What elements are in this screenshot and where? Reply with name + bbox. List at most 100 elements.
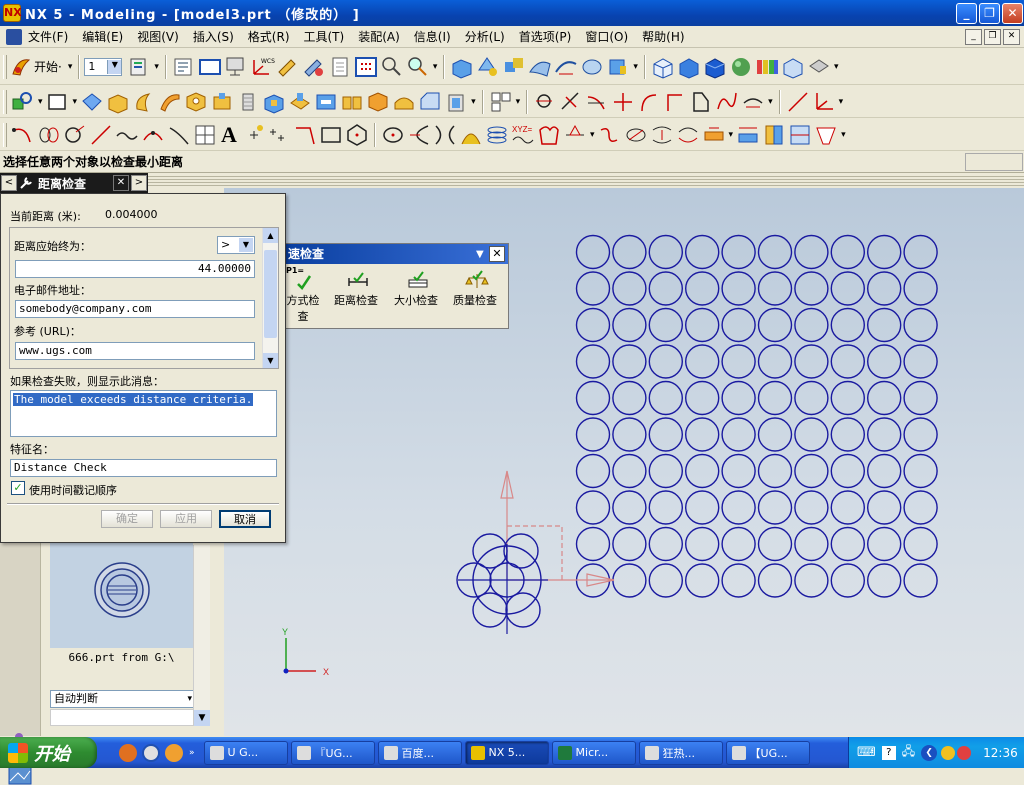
menu-analysis[interactable]: 分析(L) xyxy=(465,28,505,45)
scroll-down-icon[interactable]: ▼ xyxy=(263,353,278,368)
array-circle[interactable] xyxy=(721,417,756,452)
view-front-icon[interactable] xyxy=(702,54,728,80)
offset-curve-icon[interactable] xyxy=(532,89,558,115)
ok-button[interactable]: 确定 xyxy=(101,510,153,528)
offset-icon[interactable] xyxy=(536,122,562,148)
menu-insert[interactable]: 插入(S) xyxy=(193,28,234,45)
helix-icon[interactable] xyxy=(740,89,766,115)
array-circle[interactable] xyxy=(575,417,611,452)
polygon-icon[interactable] xyxy=(344,122,370,148)
edit-object-icon[interactable] xyxy=(275,54,301,80)
array-circle[interactable] xyxy=(794,563,829,598)
array-circle[interactable] xyxy=(757,307,793,343)
start-button[interactable]: 开始 xyxy=(0,737,97,768)
arc-icon[interactable] xyxy=(10,122,36,148)
array-circle[interactable] xyxy=(721,271,756,306)
array-circle[interactable] xyxy=(648,271,683,306)
layout-icon[interactable] xyxy=(353,54,379,80)
array-circle[interactable] xyxy=(685,490,720,525)
menu-information[interactable]: 信息(I) xyxy=(414,28,451,45)
law-curve-icon[interactable]: XYZ= xyxy=(510,122,536,148)
array-circle[interactable] xyxy=(830,344,865,379)
array-circle[interactable] xyxy=(612,234,647,270)
array-circle[interactable] xyxy=(685,417,720,452)
array-circle[interactable] xyxy=(612,490,647,525)
array-circle[interactable] xyxy=(685,271,720,306)
array-circle[interactable] xyxy=(830,563,865,598)
array-circle[interactable] xyxy=(794,234,829,270)
array-circle[interactable] xyxy=(612,307,647,343)
point-icon[interactable] xyxy=(240,122,266,148)
rectangle-2-icon[interactable] xyxy=(318,122,344,148)
curve-analysis-icon[interactable] xyxy=(553,54,579,80)
array-circle[interactable] xyxy=(721,344,756,379)
pattern-icon[interactable] xyxy=(488,89,514,115)
array-circle[interactable] xyxy=(612,526,647,562)
qq-tray-icon[interactable] xyxy=(957,745,972,760)
corner-icon[interactable] xyxy=(662,89,688,115)
chevron-right-icon[interactable]: » xyxy=(189,748,195,758)
wireframe-icon[interactable] xyxy=(780,54,806,80)
array-circle[interactable] xyxy=(575,271,611,306)
array-circle[interactable] xyxy=(612,417,647,452)
document-icon[interactable] xyxy=(6,28,22,45)
array-circle[interactable] xyxy=(685,453,720,489)
menu-assemblies[interactable]: 装配(A) xyxy=(358,28,400,45)
menu-preferences[interactable]: 首选项(P) xyxy=(519,28,572,45)
url-field[interactable]: www.ugs.com xyxy=(15,342,255,360)
section-curve-icon[interactable] xyxy=(735,122,761,148)
chamfer-icon[interactable] xyxy=(417,89,443,115)
array-circle[interactable] xyxy=(830,380,865,416)
circle-cluster[interactable] xyxy=(456,533,548,634)
mirror-icon[interactable] xyxy=(623,122,649,148)
sketch-icon[interactable] xyxy=(10,89,36,115)
shell-icon[interactable] xyxy=(443,89,469,115)
network-icon[interactable]: 🖧 xyxy=(902,742,915,763)
pad-icon[interactable] xyxy=(287,89,313,115)
array-circle[interactable] xyxy=(648,234,683,270)
wrap-icon[interactable] xyxy=(649,122,675,148)
intersect-curve-icon[interactable] xyxy=(761,122,787,148)
menu-window[interactable]: 窗口(O) xyxy=(585,28,628,45)
point-curve-icon[interactable] xyxy=(140,122,166,148)
array-circle[interactable] xyxy=(575,234,611,270)
project-icon[interactable] xyxy=(562,122,588,148)
array-circle[interactable] xyxy=(685,526,720,562)
array-circle[interactable] xyxy=(575,453,611,489)
feature-name-field[interactable]: Distance Check xyxy=(10,459,277,477)
doc-restore-button[interactable]: ❐ xyxy=(984,29,1001,45)
operator-select[interactable]: > ▼ xyxy=(217,236,255,254)
iso-curve-icon[interactable] xyxy=(787,122,813,148)
menu-format[interactable]: 格式(R) xyxy=(248,28,290,45)
filter-combo[interactable]: 自动判断 ▾ xyxy=(50,690,195,708)
wcs-icon[interactable]: WCS xyxy=(249,54,275,80)
array-circle[interactable] xyxy=(830,234,865,270)
properties-icon[interactable] xyxy=(171,54,197,80)
array-circle[interactable] xyxy=(648,344,683,379)
doc-minimize-button[interactable]: _ xyxy=(965,29,982,45)
array-circle[interactable] xyxy=(757,344,793,379)
qq-tray-icon[interactable] xyxy=(941,745,956,760)
panel-scrollbar[interactable]: ▼ xyxy=(193,545,210,726)
array-circle[interactable] xyxy=(903,490,938,525)
array-circle[interactable] xyxy=(648,490,683,525)
shaded-icon[interactable] xyxy=(728,54,754,80)
maximize-button[interactable]: ❐ xyxy=(979,3,1000,24)
parabola-icon[interactable] xyxy=(406,122,432,148)
assembly-icon[interactable] xyxy=(501,54,527,80)
array-circle[interactable] xyxy=(685,344,720,379)
sphere-icon[interactable] xyxy=(79,89,105,115)
array-circle[interactable] xyxy=(612,380,647,416)
work-layer-select[interactable]: 1 ▼ xyxy=(84,57,123,76)
fit-spline-icon[interactable] xyxy=(166,122,192,148)
edges-icon[interactable] xyxy=(806,54,832,80)
array-circle[interactable] xyxy=(648,417,683,452)
object-display-icon[interactable] xyxy=(301,54,327,80)
chevron-down-icon[interactable]: ▼ xyxy=(476,245,484,265)
chamfer-curve-icon[interactable] xyxy=(688,89,714,115)
array-circle[interactable] xyxy=(648,453,683,489)
array-circle[interactable] xyxy=(612,344,647,379)
layer-settings-icon[interactable] xyxy=(126,54,152,80)
circle-array[interactable] xyxy=(575,234,938,598)
array-circle[interactable] xyxy=(685,234,720,270)
